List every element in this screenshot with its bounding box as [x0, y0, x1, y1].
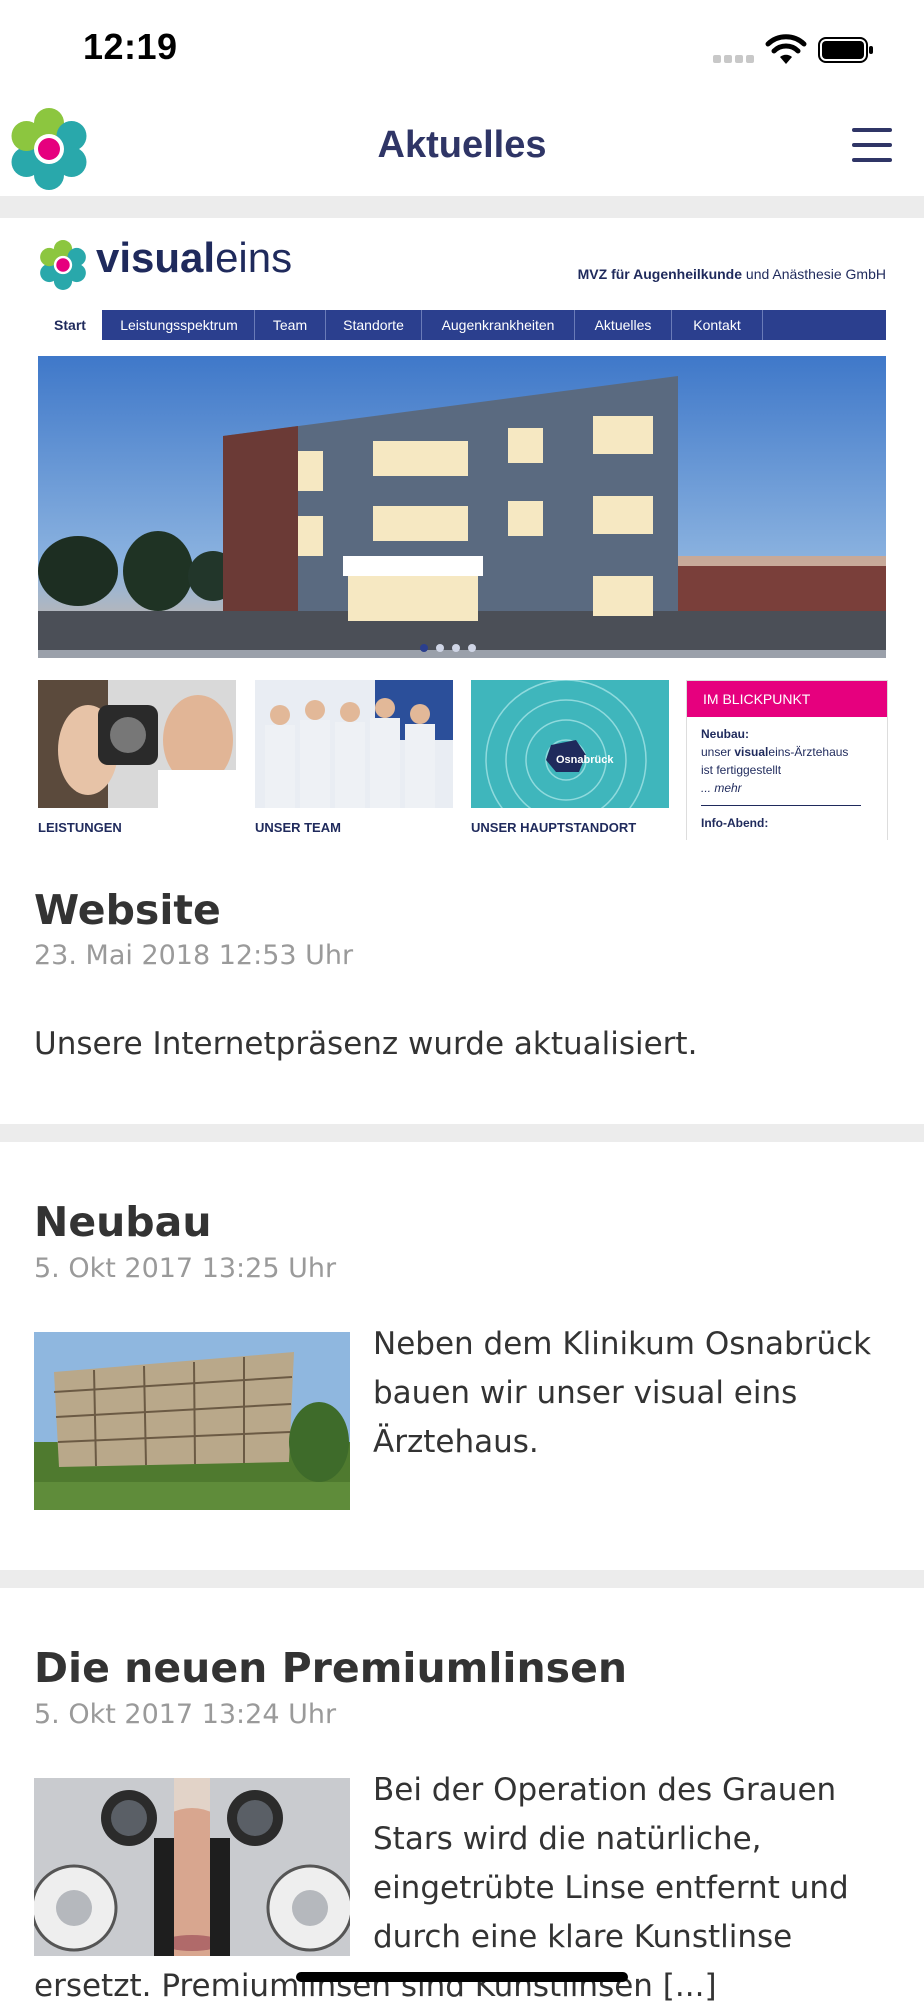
site-nav: Start Leistungsspektrum Team Standorte A… [38, 310, 886, 340]
site-nav-item: Augenkrankheiten [422, 310, 575, 340]
carousel-dots [420, 644, 480, 654]
separator [0, 1570, 924, 1588]
blickpunkt-item-title: Neubau: [701, 727, 749, 741]
construction-photo[interactable] [34, 1332, 350, 1510]
hamburger-menu-icon[interactable] [850, 126, 894, 166]
status-bar: 12:19 [0, 0, 924, 100]
site-tagline: MVZ für Augenheilkunde und Anästhesie Gm… [577, 266, 886, 282]
news-title[interactable]: Die neuen Premiumlinsen [34, 1644, 627, 1692]
eye-exam-photo [38, 680, 236, 808]
news-text: Bei der Operation des Grauen Stars wird … [373, 1772, 849, 1955]
team-photo [255, 680, 453, 808]
blickpunkt-more-link: ... mehr [701, 781, 742, 795]
site-nav-item: Kontakt [672, 310, 763, 340]
news-text: Neben dem Klinikum Osnabrück bauen wir u… [373, 1326, 872, 1460]
website-preview-image[interactable]: visualeins MVZ für Augenheilkunde und An… [0, 220, 924, 840]
news-text: Unsere Internetpräsenz wurde aktualisier… [34, 1026, 698, 1062]
news-text-continued: ersetzt. Premiumlinsen sind Kunstlinsen … [34, 1968, 717, 2004]
news-title[interactable]: Neubau [34, 1198, 212, 1246]
blickpunkt-item-text: unser visualeins-Ärztehaus [701, 745, 849, 759]
visualeins-logo-icon [40, 240, 86, 290]
news-date: 5. Okt 2017 13:25 Uhr [34, 1253, 337, 1284]
news-date: 23. Mai 2018 12:53 Uhr [34, 940, 354, 971]
building-photo [38, 356, 886, 658]
news-date: 5. Okt 2017 13:24 Uhr [34, 1699, 337, 1730]
battery-icon [818, 37, 873, 63]
site-nav-item: Leistungsspektrum [104, 310, 255, 340]
page-title: Aktuelles [377, 124, 547, 166]
blickpunkt-item-text: ist fertiggestellt [701, 763, 782, 777]
status-time: 12:19 [83, 26, 178, 67]
tile-label: UNSER TEAM [255, 820, 341, 835]
wifi-icon [765, 34, 807, 64]
map-city-label: Osnabrück [556, 754, 614, 766]
site-nav-item: Start [38, 310, 102, 340]
home-indicator[interactable] [296, 1972, 628, 1982]
separator [0, 196, 924, 218]
news-title[interactable]: Website [34, 886, 221, 934]
cellular-signal-icon [713, 55, 757, 65]
nav-bar: Aktuelles [0, 100, 924, 196]
tile-label: UNSER HAUPTSTANDORT [471, 820, 637, 835]
blickpunkt-item-title: Info-Abend: [701, 816, 769, 830]
site-nav-item: Standorte [326, 310, 422, 340]
map-image [471, 680, 669, 808]
phoropter-photo[interactable] [34, 1778, 350, 1956]
blickpunkt-box: IM BLICKPUNKT Neubau: unser visualeins-Ä… [686, 680, 888, 840]
site-brand: visualeins [96, 234, 293, 281]
separator [0, 1124, 924, 1142]
blickpunkt-header: IM BLICKPUNKT [687, 681, 887, 717]
site-nav-item: Team [255, 310, 326, 340]
site-nav-item: Aktuelles [575, 310, 672, 340]
tile-label: LEISTUNGEN [38, 820, 122, 835]
